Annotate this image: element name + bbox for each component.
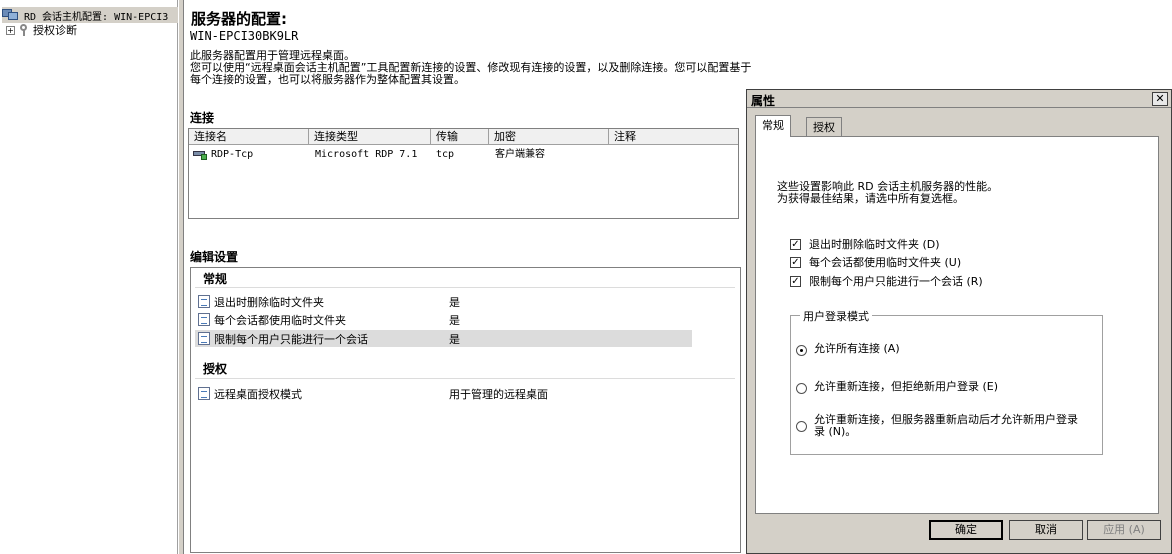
ok-button[interactable]: 确定 bbox=[929, 520, 1003, 540]
cancel-button[interactable]: 取消 bbox=[1009, 520, 1083, 540]
page-title: 服务器的配置: bbox=[191, 10, 287, 28]
tab-general[interactable]: 常规 bbox=[755, 115, 791, 137]
radio-label: 允许重新连接，但服务器重新启动后才允许新用户登录 录 (N)。 bbox=[814, 414, 1078, 438]
cell-connection-type: Microsoft RDP 7.1 bbox=[315, 149, 418, 160]
setting-value: 是 bbox=[449, 313, 460, 327]
checkbox-label: 每个会话都使用临时文件夹 (U) bbox=[809, 256, 962, 269]
setting-row[interactable]: 远程桌面授权模式 用于管理的远程桌面 bbox=[195, 385, 692, 402]
setting-name: 远程桌面授权模式 bbox=[214, 387, 302, 401]
setting-row[interactable]: 退出时删除临时文件夹 是 bbox=[195, 293, 692, 310]
radio-icon[interactable] bbox=[796, 421, 807, 432]
setting-name: 退出时删除临时文件夹 bbox=[214, 295, 324, 309]
connections-table: 连接名 连接类型 传输 加密 注释 RDP-Tcp Microsoft RDP … bbox=[188, 128, 739, 219]
server-icon bbox=[2, 8, 20, 22]
radio-allow-all[interactable]: 允许所有连接 (A) bbox=[796, 343, 900, 356]
radio-allow-reconnect-until-restart[interactable]: 允许重新连接，但服务器重新启动后才允许新用户登录 录 (N)。 bbox=[796, 414, 1078, 438]
cell-encryption: 客户端兼容 bbox=[495, 149, 545, 160]
setting-value: 是 bbox=[449, 295, 460, 309]
tree-node-rd-session-host[interactable]: RD 会话主机配置: WIN-EPCI3 bbox=[2, 7, 178, 23]
setting-row-selected[interactable]: 限制每个用户只能进行一个会话 是 bbox=[195, 330, 692, 347]
key-icon bbox=[19, 24, 29, 36]
column-header-type[interactable]: 连接类型 bbox=[309, 129, 431, 145]
cell-connection-name: RDP-Tcp bbox=[211, 149, 254, 160]
properties-dialog: 属性 ✕ 常规 授权 这些设置影响此 RD 会话主机服务器的性能。 为获得最佳结… bbox=[746, 89, 1172, 554]
setting-icon bbox=[198, 387, 210, 400]
setting-name: 限制每个用户只能进行一个会话 bbox=[214, 332, 368, 346]
setting-name: 每个会话都使用临时文件夹 bbox=[214, 313, 346, 327]
checkbox-temp-folder-per-session[interactable]: ✓ 每个会话都使用临时文件夹 (U) bbox=[790, 255, 961, 269]
expand-icon[interactable]: + bbox=[6, 25, 15, 35]
radio-icon[interactable] bbox=[796, 383, 807, 394]
radio-label: 允许所有连接 (A) bbox=[814, 342, 900, 355]
checkbox-label: 限制每个用户只能进行一个会话 (R) bbox=[809, 275, 983, 288]
connection-icon bbox=[193, 150, 207, 160]
radio-allow-reconnect-deny-new[interactable]: 允许重新连接，但拒绝新用户登录 (E) bbox=[796, 381, 998, 394]
setting-row[interactable]: 每个会话都使用临时文件夹 是 bbox=[195, 311, 692, 328]
group-heading-licensing: 授权 bbox=[203, 362, 228, 376]
column-header-transport[interactable]: 传输 bbox=[431, 129, 489, 145]
tree-node-license-diagnosis[interactable]: + 授权诊断 bbox=[6, 22, 77, 38]
radio-label: 允许重新连接，但拒绝新用户登录 (E) bbox=[814, 380, 999, 393]
tab-licensing[interactable]: 授权 bbox=[806, 117, 842, 137]
checkbox-single-session[interactable]: ✓ 限制每个用户只能进行一个会话 (R) bbox=[790, 274, 983, 288]
tree-child-label: 授权诊断 bbox=[33, 24, 77, 37]
edit-settings-panel: 常规 退出时删除临时文件夹 是 每个会话都使用临时文件夹 是 限制每个用户只能进… bbox=[190, 267, 741, 553]
group-heading-general: 常规 bbox=[203, 272, 228, 286]
checkbox-label: 退出时删除临时文件夹 (D) bbox=[809, 238, 940, 251]
group-divider bbox=[195, 378, 735, 379]
server-name: WIN-EPCI30BK9LR bbox=[190, 29, 299, 43]
tab-panel-general: 这些设置影响此 RD 会话主机服务器的性能。 为获得最佳结果，请选中所有复选框。… bbox=[755, 136, 1159, 514]
intro-text: 为获得最佳结果，请选中所有复选框。 bbox=[777, 192, 964, 205]
radio-label-line: 录 (N)。 bbox=[814, 425, 857, 438]
cell-transport: tcp bbox=[436, 149, 455, 160]
edit-settings-heading: 编辑设置 bbox=[190, 250, 239, 264]
console-tree: RD 会话主机配置: WIN-EPCI3 + 授权诊断 bbox=[0, 0, 178, 554]
dialog-title-bar[interactable]: 属性 ✕ bbox=[747, 90, 1171, 108]
checkbox-checked-icon[interactable]: ✓ bbox=[790, 238, 801, 250]
dialog-title: 属性 bbox=[751, 94, 776, 108]
login-mode-label: 用户登录模式 bbox=[800, 308, 872, 324]
setting-icon bbox=[198, 295, 210, 308]
checkbox-checked-icon[interactable]: ✓ bbox=[790, 256, 801, 268]
checkbox-delete-temp-folders[interactable]: ✓ 退出时删除临时文件夹 (D) bbox=[790, 237, 940, 251]
setting-icon bbox=[198, 332, 210, 345]
apply-button[interactable]: 应用 (A) bbox=[1087, 520, 1161, 540]
radio-selected-icon[interactable] bbox=[796, 345, 807, 356]
connections-heading: 连接 bbox=[190, 111, 215, 125]
column-header-name[interactable]: 连接名 bbox=[189, 129, 309, 145]
checkbox-checked-icon[interactable]: ✓ bbox=[790, 275, 801, 287]
group-divider bbox=[195, 287, 735, 288]
setting-value: 用于管理的远程桌面 bbox=[449, 387, 548, 401]
setting-icon bbox=[198, 313, 210, 326]
column-header-encryption[interactable]: 加密 bbox=[489, 129, 609, 145]
column-header-comment[interactable]: 注释 bbox=[609, 129, 738, 145]
close-icon[interactable]: ✕ bbox=[1152, 92, 1168, 106]
setting-value: 是 bbox=[449, 332, 460, 346]
description-line: 每个连接的设置，也可以将服务器作为整体配置其设置。 bbox=[190, 73, 465, 86]
tree-root-label: RD 会话主机配置: WIN-EPCI3 bbox=[24, 11, 169, 23]
